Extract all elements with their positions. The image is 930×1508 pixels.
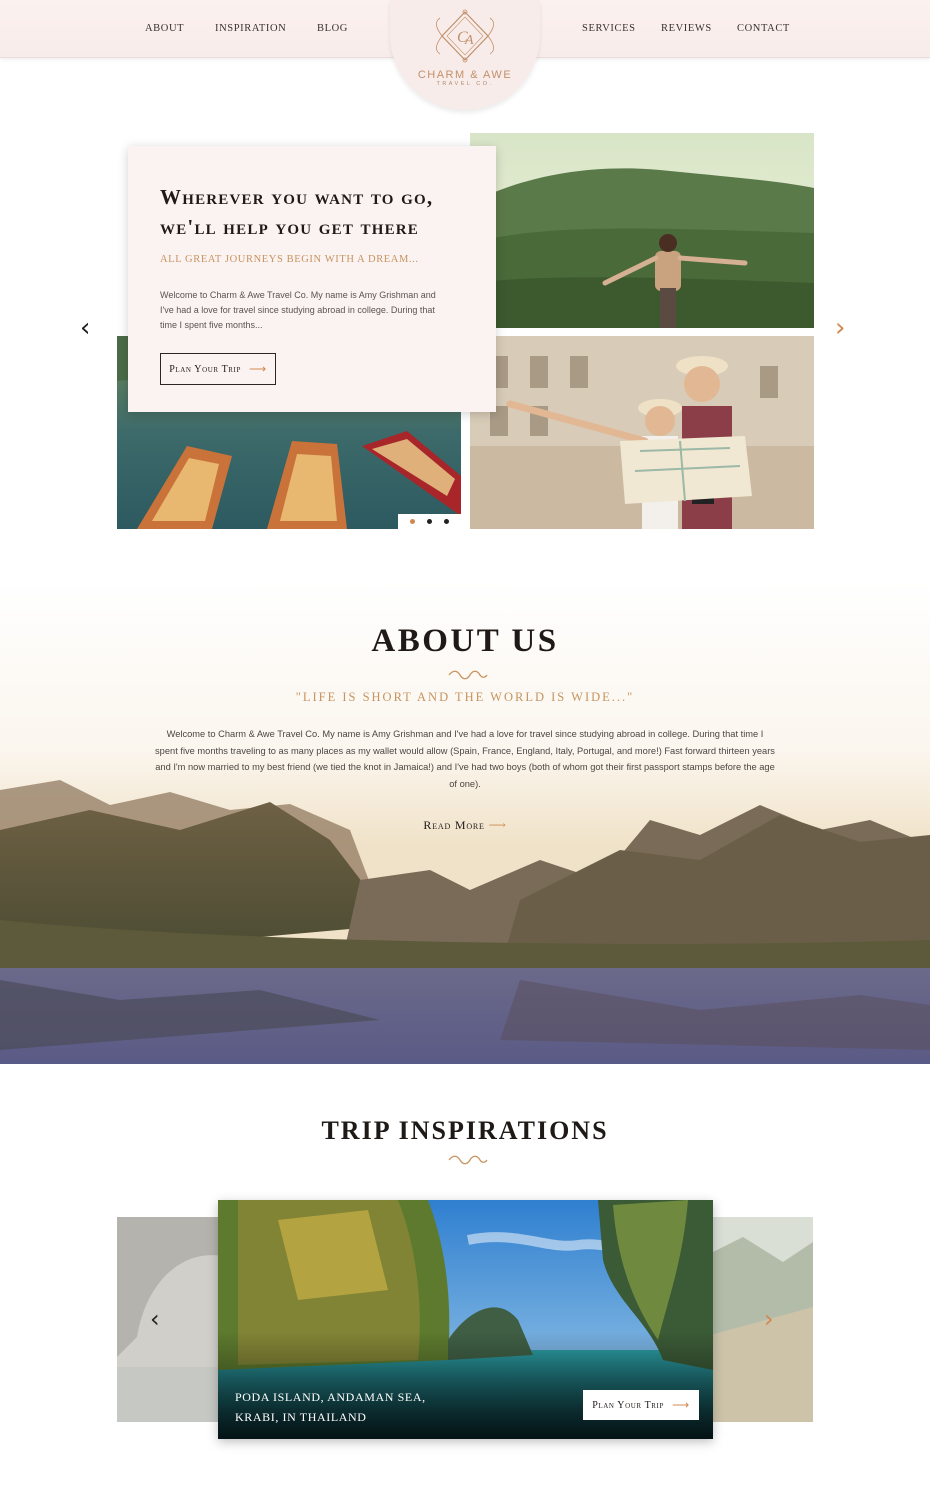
slide-dot-3[interactable] [444,519,449,524]
trip-next-arrow-icon[interactable]: › [764,1305,774,1333]
trip-plan-your-trip-label: Plan Your Trip [592,1399,664,1411]
read-more-link[interactable]: Read More ⟶ [0,818,930,833]
nav-contact[interactable]: CONTACT [737,23,790,34]
swirl-divider-icon [448,1155,488,1165]
hero-title: Wherever you want to go, we'll help you … [160,185,434,239]
trip-caption: PODA ISLAND, ANDAMAN SEA, KRABI, IN THAI… [235,1390,426,1424]
nav-reviews[interactable]: REVIEWS [661,23,712,34]
svg-text:A: A [464,33,474,48]
arrow-right-icon: ⟶ [488,818,507,832]
about-quote: "Life is short and the world is wide..." [295,690,635,704]
nav-blog[interactable]: BLOG [317,23,348,34]
monogram-logo-icon: C A [436,9,494,63]
hero-prev-arrow-icon[interactable]: ‹ [80,313,90,343]
trip-plan-your-trip-button[interactable]: Plan Your Trip ⟶ [583,1390,699,1420]
hero-body: Welcome to Charm & Awe Travel Co. My nam… [160,290,436,330]
trip-card-previous[interactable] [117,1217,227,1422]
hero-slide-dots [398,514,461,529]
plan-your-trip-label: Plan Your Trip [169,363,241,375]
arrow-right-icon: ⟶ [249,361,267,376]
read-more-label: Read More [423,818,485,832]
nav-inspiration[interactable]: INSPIRATION [215,23,286,34]
hero-card: Wherever you want to go, we'll help you … [128,146,496,412]
trip-card-next[interactable] [703,1217,813,1422]
slide-dot-1[interactable] [410,519,415,524]
slide-dot-2[interactable] [427,519,432,524]
logo-name: CHARM & AWE [417,69,513,81]
logo-subtitle: TRAVEL CO. [436,81,494,87]
trip-prev-arrow-icon[interactable]: ‹ [150,1305,160,1333]
arrow-right-icon: ⟶ [672,1397,690,1412]
nav-about[interactable]: ABOUT [145,23,184,34]
hero-tagline: All great journeys begin with a dream... [160,254,419,265]
logo[interactable]: C A CHARM & AWE TRAVEL CO. [390,0,540,110]
swirl-divider-icon [448,670,488,680]
about-body: Welcome to Charm & Awe Travel Co. My nam… [155,729,775,789]
plan-your-trip-button[interactable]: Plan Your Trip ⟶ [160,353,276,385]
about-title: ABOUT US [371,623,559,659]
hero-photo-hiker [470,133,814,328]
hero-next-arrow-icon[interactable]: › [835,313,845,343]
trip-card-featured[interactable]: PODA ISLAND, ANDAMAN SEA, KRABI, IN THAI… [218,1200,713,1439]
trips-title: TRIP INSPIRATIONS [321,1116,609,1145]
nav-services[interactable]: SERVICES [582,23,636,34]
hero-photo-couple [470,336,814,529]
